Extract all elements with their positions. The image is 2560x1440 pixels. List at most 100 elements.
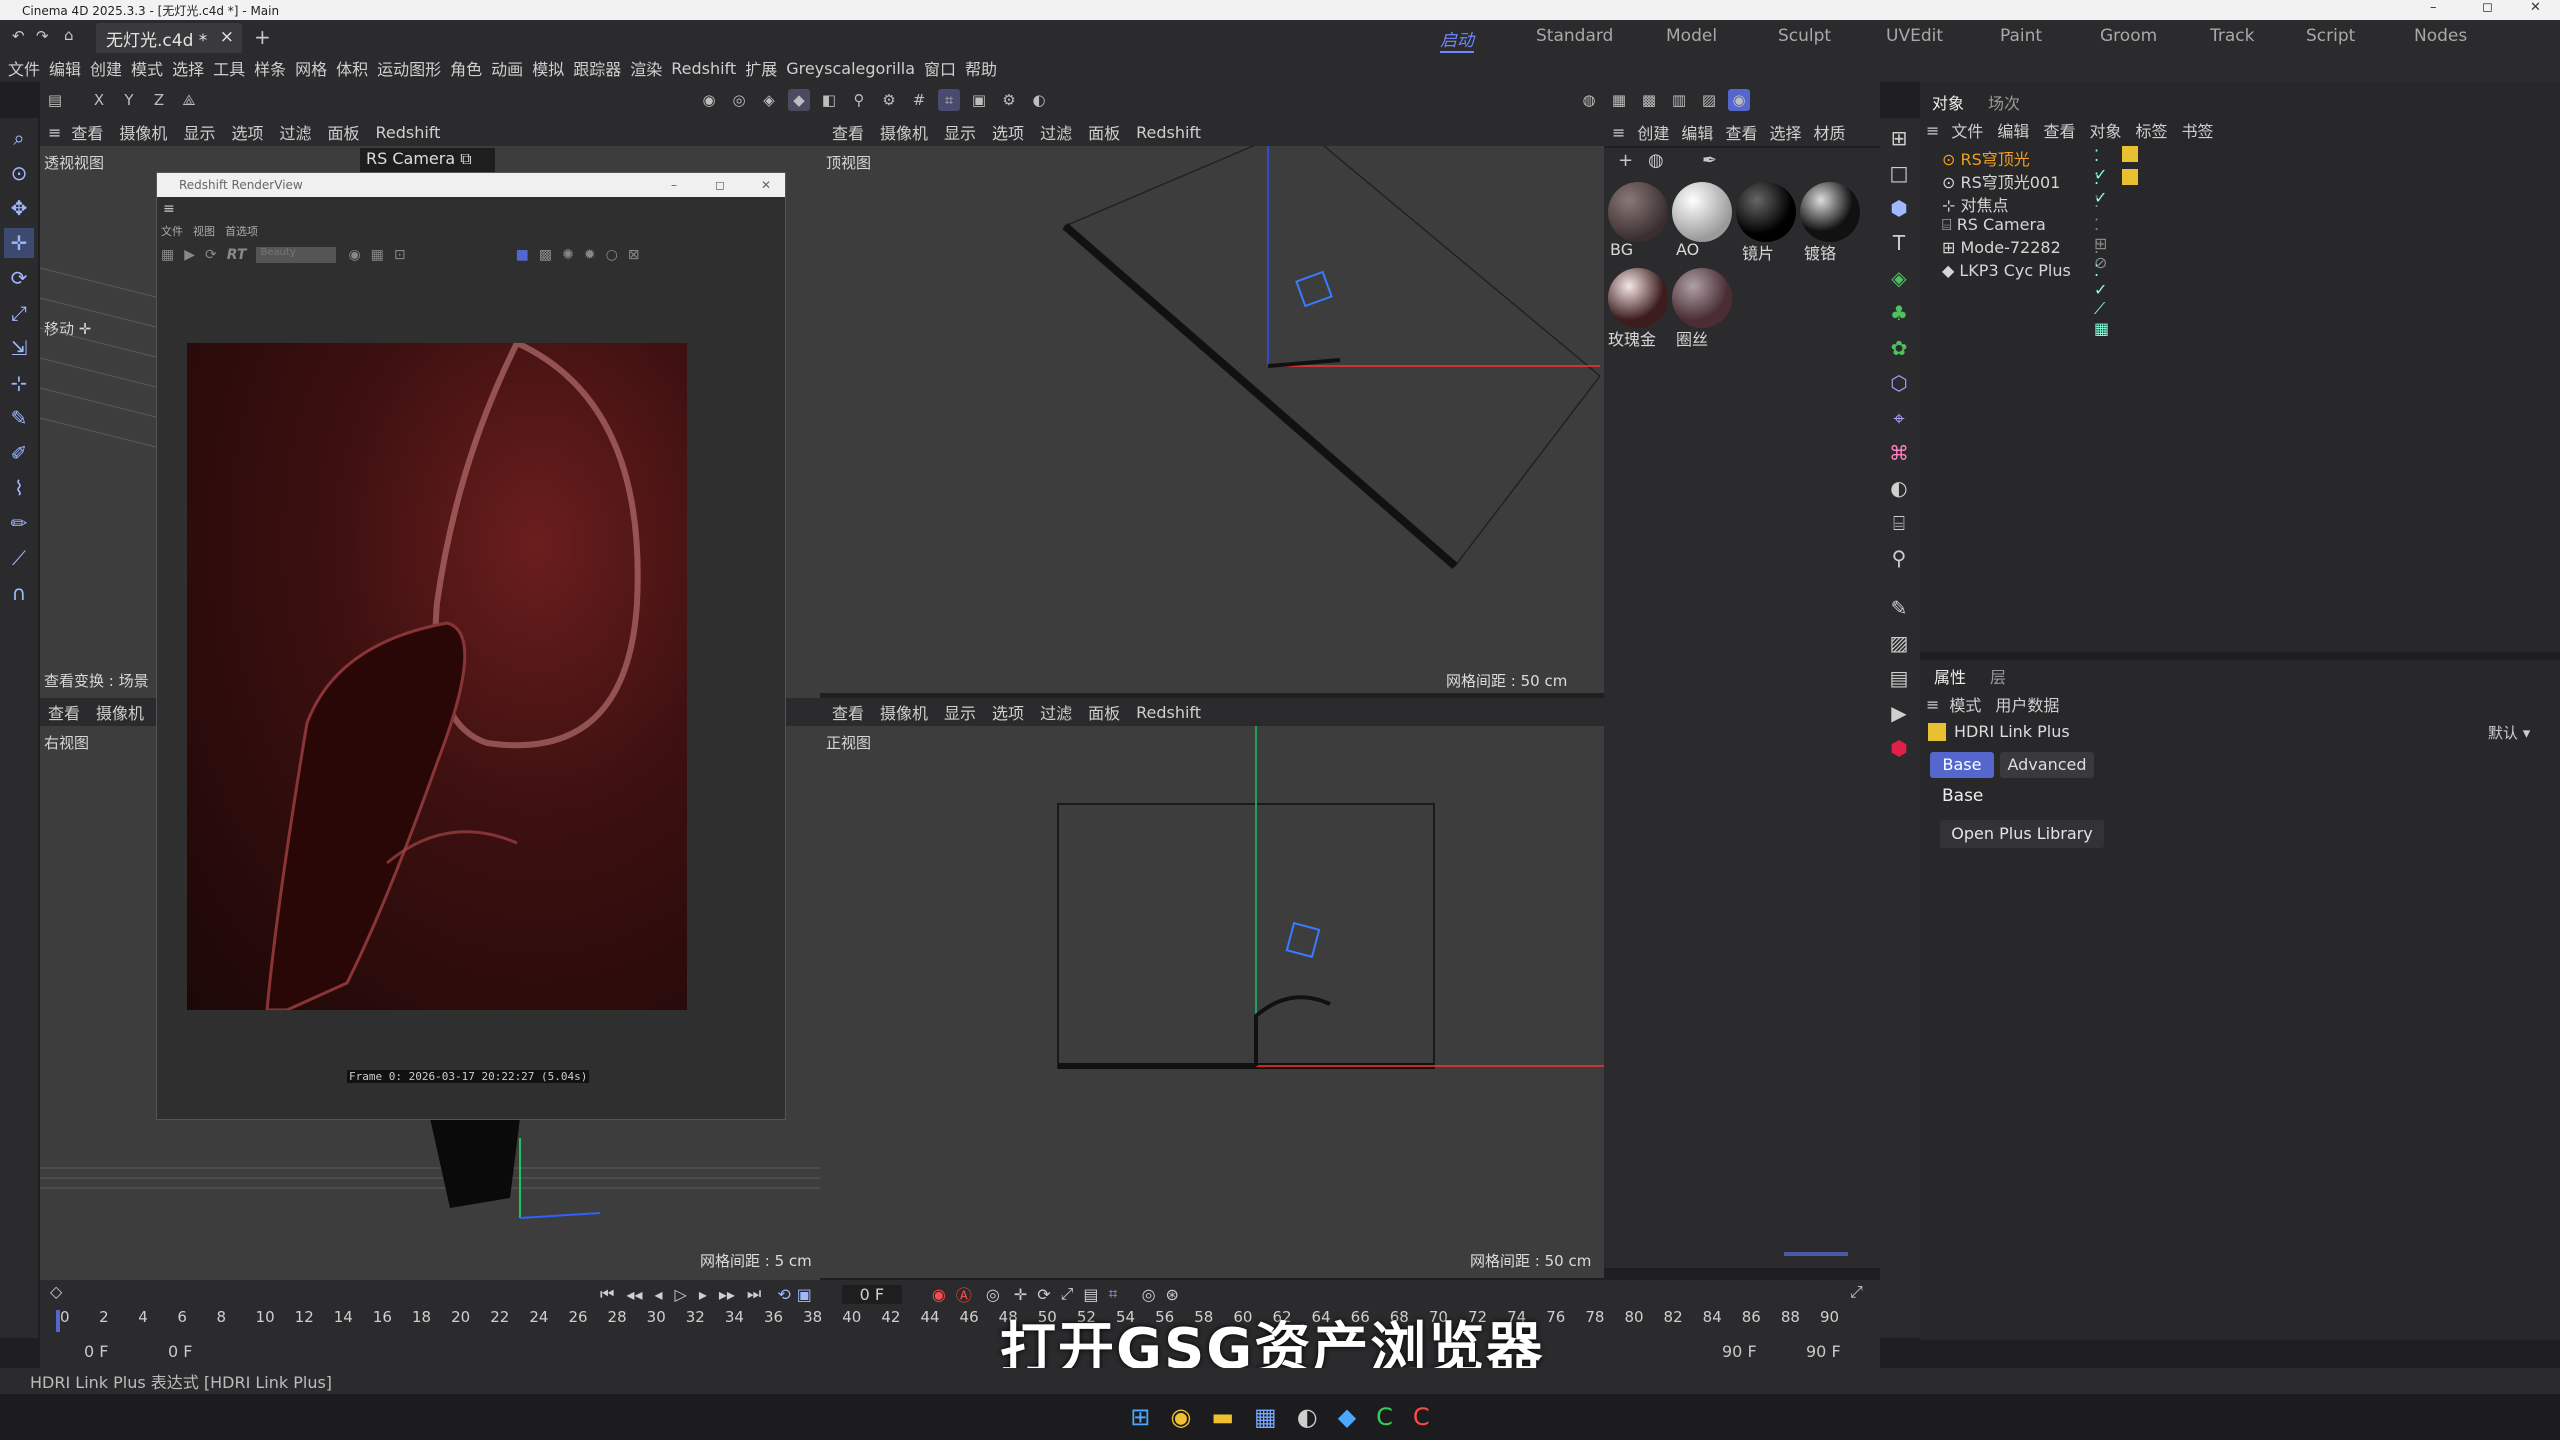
polygons-icon[interactable]: ◆ bbox=[788, 89, 810, 111]
front-menu-options[interactable]: 选项 bbox=[992, 700, 1024, 724]
layout-tab[interactable]: Nodes bbox=[2414, 26, 2467, 46]
scale-icon[interactable]: ⤢ bbox=[4, 298, 34, 328]
x-axis-icon[interactable]: X bbox=[88, 89, 110, 111]
vp-menu-panel[interactable]: 面板 bbox=[327, 120, 359, 144]
menu-item[interactable]: 窗口 bbox=[924, 56, 956, 80]
text-icon[interactable]: T bbox=[1884, 228, 1914, 258]
menu-item[interactable]: 动画 bbox=[491, 56, 523, 80]
live-select-icon[interactable]: ✥ bbox=[4, 193, 34, 223]
front-viewport[interactable]: 查看 摄像机 显示 选项 过滤 面板 Redshift 正视图 网格间距 : 5… bbox=[820, 698, 1604, 1278]
rv-aov-select[interactable]: Beauty bbox=[256, 247, 337, 263]
top-menu-redshift[interactable]: Redshift bbox=[1136, 123, 1201, 142]
menu-item[interactable]: 模拟 bbox=[532, 56, 564, 80]
material-zoom-slider[interactable] bbox=[1784, 1252, 1848, 1256]
paint-icon[interactable]: ✏ bbox=[4, 508, 34, 538]
brush-icon[interactable]: ⌇ bbox=[4, 473, 34, 503]
object-row[interactable]: ⊞ Mode-72282 ⁚ bbox=[1942, 238, 2099, 257]
top-menu-panel[interactable]: 面板 bbox=[1088, 120, 1120, 144]
play-icon[interactable]: ▷ bbox=[675, 1285, 687, 1304]
rv-compare-icon[interactable]: ■ bbox=[516, 247, 529, 263]
world-icon[interactable]: ⟁ bbox=[178, 89, 200, 111]
rv-maximize-icon[interactable]: ◻ bbox=[715, 178, 725, 192]
visibility-icon[interactable]: ⁚ bbox=[2094, 238, 2099, 257]
front-menu-panel[interactable]: 面板 bbox=[1088, 700, 1120, 724]
close-icon[interactable]: ✕ bbox=[2530, 0, 2541, 15]
rv-tiles-icon[interactable]: ▩ bbox=[539, 247, 552, 263]
rv-rt-toggle[interactable]: RT bbox=[227, 247, 247, 263]
material-chrome[interactable] bbox=[1800, 182, 1860, 242]
top-menu-view[interactable]: 查看 bbox=[832, 120, 864, 144]
menu-item[interactable]: 模式 bbox=[131, 56, 163, 80]
mat-menu-edit[interactable]: 编辑 bbox=[1681, 120, 1713, 144]
y-axis-icon[interactable]: Y bbox=[118, 89, 140, 111]
obj-menu-object[interactable]: 对象 bbox=[2089, 118, 2121, 142]
menu-item[interactable]: 样条 bbox=[254, 56, 286, 80]
record-icon[interactable]: ◉ bbox=[932, 1285, 946, 1304]
object-row[interactable]: ⊹ 对焦点 ⁚ bbox=[1942, 192, 2099, 216]
redshift-icon[interactable]: ⬢ bbox=[1884, 733, 1914, 763]
layout-tab[interactable]: Standard bbox=[1536, 26, 1613, 46]
select-icon[interactable]: ⊙ bbox=[4, 158, 34, 188]
rv-menu-view[interactable]: 视图 bbox=[193, 223, 215, 239]
cube-icon[interactable]: ⬢ bbox=[1884, 193, 1914, 223]
layout-tab[interactable]: Script bbox=[2306, 26, 2355, 46]
attr-user-data[interactable]: 用户数据 bbox=[1995, 692, 2059, 716]
preset-select[interactable]: 默认 ▾ bbox=[2488, 722, 2530, 743]
rot-key-icon[interactable]: ⟳ bbox=[1037, 1285, 1050, 1304]
object-row[interactable]: ⌸ RS Camera ⁚ ⊞ ⊘ bbox=[1942, 215, 2107, 272]
tab-takes[interactable]: 场次 bbox=[1988, 90, 2020, 114]
cloner-icon[interactable]: ♣ bbox=[1884, 298, 1914, 328]
obj-menu-bookmarks[interactable]: 书签 bbox=[2181, 118, 2213, 142]
vp-menu-options[interactable]: 选项 bbox=[231, 120, 263, 144]
app-blue-icon[interactable]: ◆ bbox=[1338, 1403, 1356, 1431]
minimize-icon[interactable]: – bbox=[2430, 0, 2437, 15]
timeline-expand-icon[interactable]: ⤢ bbox=[1850, 1282, 1863, 1302]
menu-item[interactable]: 文件 bbox=[8, 56, 40, 80]
mat-menu-select[interactable]: 选择 bbox=[1769, 120, 1801, 144]
obj-menu-view[interactable]: 查看 bbox=[2043, 118, 2075, 142]
go-start-icon[interactable]: ⏮ bbox=[600, 1284, 614, 1304]
home-icon[interactable]: ⌂ bbox=[64, 26, 74, 44]
rv-menu-file[interactable]: 文件 bbox=[161, 223, 183, 239]
obj-menu-tags[interactable]: 标签 bbox=[2135, 118, 2167, 142]
front-menu-redshift[interactable]: Redshift bbox=[1136, 703, 1201, 722]
rv-refresh-icon[interactable]: ⟳ bbox=[205, 247, 217, 263]
object-row[interactable]: ◆ LKP3 Cyc Plus ⁚ ✓ ⟋ ▦ bbox=[1942, 261, 2109, 338]
obj-menu-edit[interactable]: 编辑 bbox=[1997, 118, 2029, 142]
render-active-icon[interactable]: ▨ bbox=[1698, 89, 1720, 111]
close-tab-icon[interactable]: × bbox=[220, 27, 234, 47]
move-icon[interactable]: ✛ bbox=[4, 228, 34, 258]
current-frame-field[interactable]: 0 F bbox=[841, 1284, 902, 1304]
maximize-icon[interactable]: ◻ bbox=[2482, 0, 2493, 15]
front-menu-view[interactable]: 查看 bbox=[832, 700, 864, 724]
picture-viewer-icon[interactable]: ▨ bbox=[1884, 628, 1914, 658]
rv-denoise-icon[interactable]: ✺ bbox=[562, 247, 574, 263]
preview-range-icon[interactable]: ▣ bbox=[797, 1285, 812, 1304]
redo-icon[interactable]: ↷ bbox=[36, 27, 49, 45]
rv-circle-icon[interactable]: ○ bbox=[606, 247, 618, 263]
camera-icon[interactable]: ⌸ bbox=[1884, 508, 1914, 538]
visibility-icon[interactable]: ⁚ ✓ ⟋ ▦ bbox=[2094, 261, 2109, 338]
keyframe-icon[interactable]: ◇ bbox=[50, 1282, 62, 1301]
visibility-icon[interactable]: ⁚ bbox=[2094, 192, 2099, 211]
go-end-icon[interactable]: ⏭ bbox=[747, 1284, 761, 1304]
undo-icon[interactable]: ↶ bbox=[12, 27, 25, 45]
next-key-icon[interactable]: ▸▸ bbox=[719, 1285, 735, 1304]
playhead[interactable] bbox=[56, 1310, 60, 1332]
gear-icon[interactable]: ⚙ bbox=[878, 89, 900, 111]
menu-item[interactable]: 编辑 bbox=[49, 56, 81, 80]
field-icon[interactable]: ⌖ bbox=[1884, 403, 1914, 433]
top-menu-camera[interactable]: 摄像机 bbox=[880, 120, 928, 144]
windows-start-icon[interactable]: ⊞ bbox=[1130, 1403, 1150, 1431]
attribute-manager-icon[interactable]: ✎ bbox=[1884, 593, 1914, 623]
object-row[interactable]: ⊙ RS穹顶光001 ⁚ ✓ bbox=[1942, 169, 2138, 207]
z-axis-icon[interactable]: Z bbox=[148, 89, 170, 111]
prev-frame-icon[interactable]: ◂ bbox=[654, 1285, 662, 1304]
sketch-icon[interactable]: ✐ bbox=[4, 438, 34, 468]
rs-ipr-icon[interactable]: ◍ bbox=[1578, 89, 1600, 111]
search-icon[interactable]: ⌕ bbox=[4, 123, 34, 153]
menu-item[interactable]: 跟踪器 bbox=[573, 56, 621, 80]
top-menu-options[interactable]: 选项 bbox=[992, 120, 1024, 144]
render-queue-icon[interactable]: ▥ bbox=[1668, 89, 1690, 111]
object-manager-icon[interactable]: ⊞ bbox=[1884, 123, 1914, 153]
